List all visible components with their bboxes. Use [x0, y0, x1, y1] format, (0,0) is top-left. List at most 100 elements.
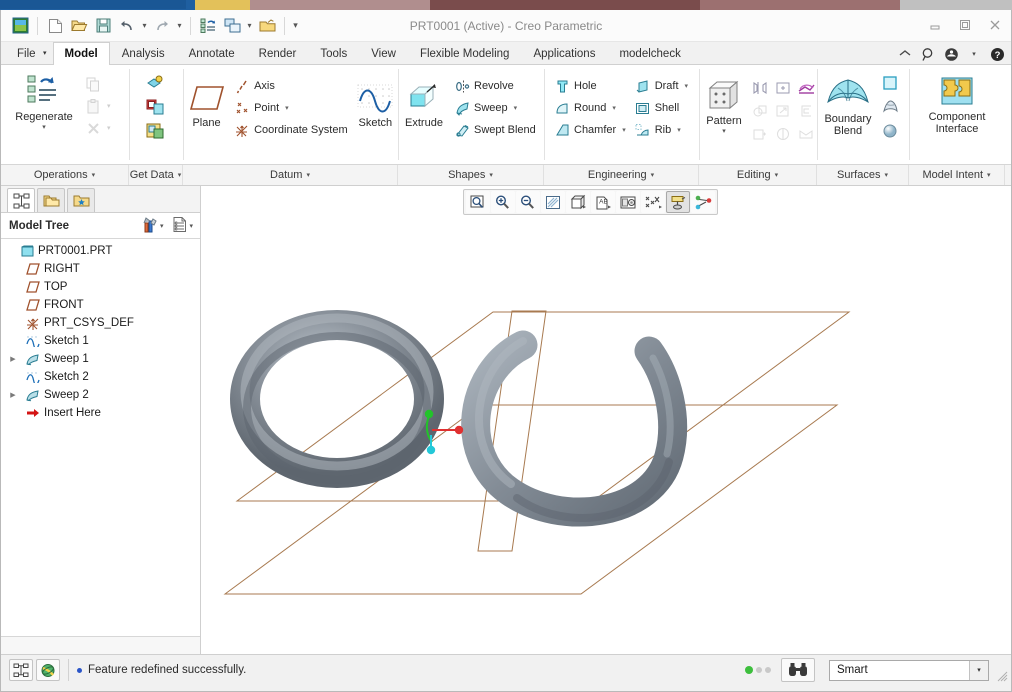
tree-node-sweep-2-arrow[interactable]: ▶: [7, 391, 19, 399]
tab-model[interactable]: Model: [52, 42, 110, 65]
rib-caret[interactable]: ▾: [677, 126, 681, 134]
swept-blend-button[interactable]: Swept Blend: [450, 119, 541, 141]
account-icon[interactable]: [943, 46, 959, 62]
round-caret[interactable]: ▾: [612, 104, 616, 112]
tree-node-csys[interactable]: PRT_CSYS_DEF: [1, 314, 200, 332]
group-label-editing[interactable]: Editing ▾: [699, 165, 817, 185]
solidify-icon[interactable]: [772, 123, 794, 145]
cad-model-render[interactable]: [201, 186, 1011, 654]
tree-node-top[interactable]: TOP: [1, 278, 200, 296]
open-file-icon[interactable]: [68, 15, 90, 37]
tree-node-sweep-1-arrow[interactable]: ▶: [7, 355, 19, 363]
draft-button[interactable]: Draft ▾: [631, 75, 693, 97]
group-label-shapes[interactable]: Shapes ▾: [398, 165, 544, 185]
revolve-button[interactable]: Revolve: [450, 75, 541, 97]
sweep-caret[interactable]: ▾: [514, 104, 518, 112]
merge-inheritance-button[interactable]: [142, 119, 171, 143]
shell-button[interactable]: Shell: [631, 97, 693, 119]
undo-dropdown-caret[interactable]: ▾: [140, 21, 149, 30]
extend-icon[interactable]: [772, 100, 794, 122]
tab-modelcheck[interactable]: modelcheck: [607, 42, 692, 64]
tree-node-right[interactable]: RIGHT: [1, 260, 200, 278]
minimize-button[interactable]: [925, 16, 945, 34]
favorites-tab[interactable]: [67, 188, 95, 212]
model-tree-body[interactable]: PRT0001.PRT RIGHT TOP FRONT PRT_CSYS_DEF…: [1, 239, 200, 636]
tree-node-sketch-2[interactable]: Sketch 2: [1, 368, 200, 386]
tree-display-button[interactable]: ▾: [169, 214, 196, 238]
sweep-feature-open-right[interactable]: [461, 330, 688, 527]
search-icon[interactable]: [920, 46, 936, 62]
chamfer-button[interactable]: Chamfer ▾: [550, 119, 631, 141]
group-label-surfaces[interactable]: Surfaces ▾: [817, 165, 909, 185]
tab-analysis[interactable]: Analysis: [110, 42, 177, 64]
rib-button[interactable]: Rib ▾: [631, 119, 693, 141]
merge-icon[interactable]: [749, 100, 771, 122]
new-file-icon[interactable]: [44, 15, 66, 37]
intersect-icon[interactable]: [795, 123, 817, 145]
hole-button[interactable]: Hole: [550, 75, 631, 97]
component-interface-button[interactable]: Component Interface: [919, 69, 995, 136]
freestyle-icon[interactable]: [879, 120, 901, 142]
tree-node-insert-here[interactable]: Insert Here: [1, 404, 200, 422]
thicken-icon[interactable]: [749, 123, 771, 145]
tree-node-sketch-1[interactable]: Sketch 1: [1, 332, 200, 350]
regenerate-caret[interactable]: ▾: [42, 124, 46, 131]
delete-caret[interactable]: ▾: [107, 124, 111, 132]
close-button[interactable]: [985, 16, 1005, 34]
maximize-button[interactable]: [955, 16, 975, 34]
group-label-get-data[interactable]: Get Data ▾: [129, 165, 183, 185]
redo-icon[interactable]: [151, 15, 173, 37]
offset-icon[interactable]: [795, 100, 817, 122]
extrude-button[interactable]: Extrude: [398, 69, 450, 130]
tab-render[interactable]: Render: [247, 42, 309, 64]
draft-caret[interactable]: ▾: [685, 82, 689, 90]
customize-caret[interactable]: ▾: [291, 20, 300, 31]
project-icon[interactable]: [795, 77, 817, 99]
search-tool-icon[interactable]: [781, 658, 815, 682]
tab-tools[interactable]: Tools: [308, 42, 359, 64]
tree-node-front[interactable]: FRONT: [1, 296, 200, 314]
tree-settings-caret[interactable]: ▾: [160, 222, 164, 230]
style-surface-icon[interactable]: [879, 96, 901, 118]
group-label-engineering[interactable]: Engineering ▾: [544, 165, 699, 185]
axis-button[interactable]: Axis: [230, 75, 353, 97]
undo-icon[interactable]: [116, 15, 138, 37]
browser-toggle-icon[interactable]: [36, 659, 60, 681]
tab-applications[interactable]: Applications: [521, 42, 607, 64]
point-button[interactable]: Point ▾: [230, 97, 353, 119]
coordinate-system-button[interactable]: Coordinate System: [230, 119, 353, 141]
boundary-blend-button[interactable]: Boundary Blend: [817, 69, 879, 138]
help-icon[interactable]: ?: [989, 46, 1005, 62]
regenerate-icon[interactable]: [197, 15, 219, 37]
tree-node-sweep-2[interactable]: ▶ Sweep 2: [1, 386, 200, 404]
save-icon[interactable]: [92, 15, 114, 37]
model-tree-toggle-icon[interactable]: [9, 659, 33, 681]
user-defined-feature-button[interactable]: [142, 71, 171, 95]
delete-button[interactable]: ▾: [81, 117, 116, 139]
account-dropdown-caret[interactable]: ▾: [966, 46, 982, 62]
chamfer-caret[interactable]: ▾: [622, 126, 626, 134]
sketch-button[interactable]: Sketch: [353, 69, 398, 130]
fill-surface-icon[interactable]: [879, 72, 901, 94]
regenerate-button[interactable]: Regenerate ▾: [7, 69, 81, 132]
group-label-model-intent[interactable]: Model Intent ▾: [909, 165, 1005, 185]
tree-node-part[interactable]: PRT0001.PRT: [1, 242, 200, 260]
copy-geometry-button[interactable]: [142, 95, 171, 119]
tree-settings-button[interactable]: ▾: [138, 214, 167, 238]
tab-annotate[interactable]: Annotate: [177, 42, 247, 64]
creo-logo-icon[interactable]: [9, 15, 31, 37]
pattern-caret[interactable]: ▾: [722, 128, 726, 135]
resize-grip[interactable]: [996, 670, 1008, 682]
group-label-operations[interactable]: Operations ▾: [1, 165, 129, 185]
sweep-feature-torus-left[interactable]: [230, 310, 444, 488]
tree-node-sweep-1[interactable]: ▶ Sweep 1: [1, 350, 200, 368]
collapse-ribbon-icon[interactable]: [897, 46, 913, 62]
select-mode-dropdown[interactable]: Smart ▾: [829, 659, 989, 681]
copy-button[interactable]: [81, 73, 116, 95]
tab-view[interactable]: View: [359, 42, 408, 64]
select-mode-caret[interactable]: ▾: [969, 660, 988, 680]
graphics-viewport[interactable]: AB: [201, 186, 1011, 654]
tree-display-caret[interactable]: ▾: [189, 222, 193, 230]
redo-dropdown-caret[interactable]: ▾: [175, 21, 184, 30]
window-dropdown-caret[interactable]: ▾: [245, 21, 254, 30]
